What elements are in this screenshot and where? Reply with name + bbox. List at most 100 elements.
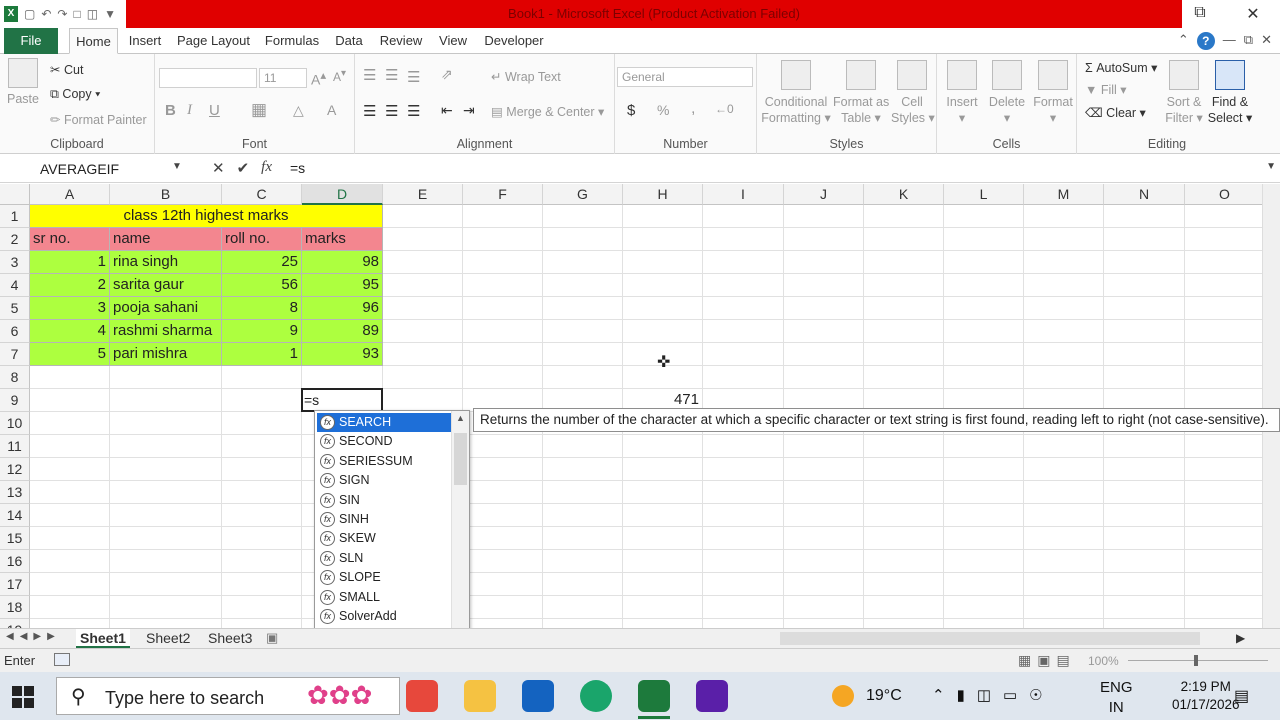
cell-l15[interactable] — [944, 527, 1024, 550]
insert-cells-button[interactable]: Insert ▾ — [941, 60, 983, 126]
cell-n4[interactable] — [1104, 274, 1185, 297]
cell-c17[interactable] — [222, 573, 302, 596]
cell-g19[interactable] — [543, 619, 623, 628]
cell-f1[interactable] — [463, 205, 543, 228]
cell-f5[interactable] — [463, 297, 543, 320]
column-header-b[interactable]: B — [110, 184, 222, 205]
autocomplete-item[interactable]: fx SIGN — [317, 471, 451, 490]
cell-a19[interactable] — [30, 619, 110, 628]
cell-k12[interactable] — [864, 458, 944, 481]
increase-indent-icon[interactable]: ⇥ — [463, 102, 475, 119]
table-data-cell[interactable]: 9 — [222, 320, 302, 343]
table-title-cell[interactable]: class 12th highest marks — [30, 205, 383, 228]
sheet-tab-sheet1[interactable]: Sheet1 — [76, 629, 130, 648]
cell-n7[interactable] — [1104, 343, 1185, 366]
cell-e2[interactable] — [383, 228, 463, 251]
row-header-10[interactable]: 10 — [0, 412, 30, 435]
cell-c10[interactable] — [222, 412, 302, 435]
autocomplete-item[interactable]: fx SECOND — [317, 432, 451, 451]
cell-m15[interactable] — [1024, 527, 1104, 550]
autocomplete-scrollbar[interactable]: ▲ ▼ — [451, 411, 469, 643]
cell-c15[interactable] — [222, 527, 302, 550]
conditional-formatting-button[interactable]: Conditional Formatting ▾ — [761, 60, 831, 126]
cell-e9[interactable] — [383, 389, 463, 412]
cell-b18[interactable] — [110, 596, 222, 619]
cell-m11[interactable] — [1024, 435, 1104, 458]
insert-function-icon[interactable]: fx — [261, 159, 272, 177]
cell-l5[interactable] — [944, 297, 1024, 320]
tab-view[interactable]: View — [432, 28, 474, 54]
cell-j14[interactable] — [784, 504, 864, 527]
undo-icon[interactable]: ↶ — [41, 7, 51, 21]
tab-review[interactable]: Review — [374, 28, 428, 54]
close-workbook-icon[interactable]: ✕ — [1261, 32, 1272, 50]
underline-button[interactable]: U — [209, 102, 220, 119]
cell-g18[interactable] — [543, 596, 623, 619]
cell-g13[interactable] — [543, 481, 623, 504]
cell-o7[interactable] — [1185, 343, 1262, 366]
tab-data[interactable]: Data — [328, 28, 370, 54]
taskbar-search-box[interactable]: ⚲ Type here to search ✿✿✿ — [56, 677, 400, 715]
autocomplete-item[interactable]: fx SERIESSUM — [317, 452, 451, 471]
cell-j8[interactable] — [784, 366, 864, 389]
cell-h15[interactable] — [623, 527, 703, 550]
cell-l1[interactable] — [944, 205, 1024, 228]
file-explorer-icon[interactable] — [464, 680, 496, 712]
cell-n8[interactable] — [1104, 366, 1185, 389]
macro-record-icon[interactable] — [54, 653, 70, 666]
autocomplete-item[interactable]: fx SIN — [317, 491, 451, 510]
cell-b13[interactable] — [110, 481, 222, 504]
print-preview-icon[interactable]: ◫ — [87, 7, 98, 21]
cell-n5[interactable] — [1104, 297, 1185, 320]
cell-b17[interactable] — [110, 573, 222, 596]
cell-k7[interactable] — [864, 343, 944, 366]
cell-h16[interactable] — [623, 550, 703, 573]
tab-home[interactable]: Home — [69, 28, 118, 54]
number-format-combo[interactable]: General — [617, 67, 753, 87]
formula-input[interactable]: =s — [290, 160, 305, 176]
recorder-app-icon[interactable] — [696, 680, 728, 712]
cell-o17[interactable] — [1185, 573, 1262, 596]
column-header-i[interactable]: I — [703, 184, 784, 205]
cell-i1[interactable] — [703, 205, 784, 228]
enter-icon[interactable]: ✔ — [237, 159, 250, 177]
row-header-5[interactable]: 5 — [0, 297, 30, 320]
cell-l4[interactable] — [944, 274, 1024, 297]
table-header-cell[interactable]: marks — [302, 228, 383, 251]
cell-i6[interactable] — [703, 320, 784, 343]
clock[interactable]: 2:19 PM 01/17/2026 — [1172, 678, 1240, 714]
cell-l6[interactable] — [944, 320, 1024, 343]
percent-button[interactable]: % — [657, 102, 669, 118]
cell-i18[interactable] — [703, 596, 784, 619]
cell-o13[interactable] — [1185, 481, 1262, 504]
cell-j19[interactable] — [784, 619, 864, 628]
align-right-icon[interactable]: ☰ — [407, 102, 420, 120]
row-header-11[interactable]: 11 — [0, 435, 30, 458]
row-header-3[interactable]: 3 — [0, 251, 30, 274]
cell-l17[interactable] — [944, 573, 1024, 596]
cell-f4[interactable] — [463, 274, 543, 297]
zoom-level[interactable]: 100% — [1088, 654, 1119, 668]
cell-k4[interactable] — [864, 274, 944, 297]
cell-e7[interactable] — [383, 343, 463, 366]
cell-a10[interactable] — [30, 412, 110, 435]
column-header-j[interactable]: J — [784, 184, 864, 205]
cell-g4[interactable] — [543, 274, 623, 297]
windows-start-icon[interactable] — [12, 686, 34, 708]
cell-g5[interactable] — [543, 297, 623, 320]
cell-e1[interactable] — [383, 205, 463, 228]
cell-m8[interactable] — [1024, 366, 1104, 389]
cell-m6[interactable] — [1024, 320, 1104, 343]
cell-b15[interactable] — [110, 527, 222, 550]
cell-j16[interactable] — [784, 550, 864, 573]
align-center-icon[interactable]: ☰ — [385, 102, 398, 120]
cell-l13[interactable] — [944, 481, 1024, 504]
autocomplete-scroll-thumb[interactable] — [454, 433, 467, 485]
cell-a18[interactable] — [30, 596, 110, 619]
cell-c16[interactable] — [222, 550, 302, 573]
autocomplete-item[interactable]: fx SINH — [317, 510, 451, 529]
column-header-c[interactable]: C — [222, 184, 302, 205]
cell-n15[interactable] — [1104, 527, 1185, 550]
cell-f3[interactable] — [463, 251, 543, 274]
cell-k17[interactable] — [864, 573, 944, 596]
